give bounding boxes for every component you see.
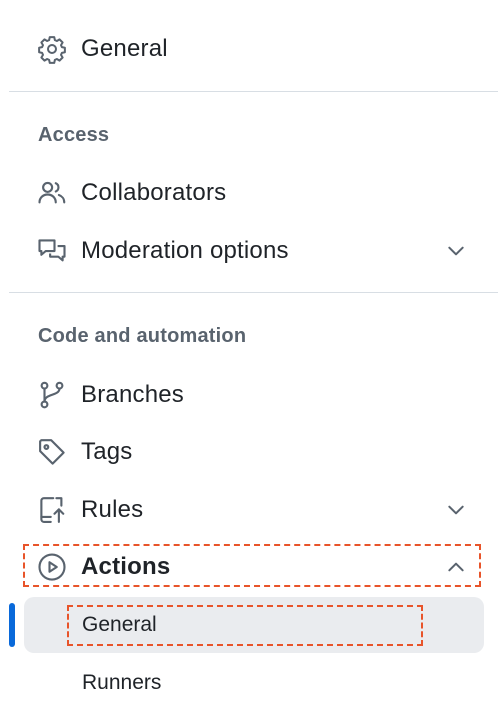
sidebar-item-branches[interactable]: Branches [24,371,484,419]
comment-discussion-icon [36,235,68,267]
section-heading-access: Access [38,124,110,146]
chevron-up-icon[interactable] [444,555,468,579]
gear-icon [36,33,68,65]
sidebar-item-label: Collaborators [81,179,227,206]
play-icon [36,551,68,583]
sidebar-item-label: Moderation options [81,237,289,264]
section-divider [9,91,498,92]
sidebar-subitem-actions-runners[interactable]: Runners [24,655,484,711]
sidebar-item-general[interactable]: General [24,25,484,73]
tag-icon [36,436,68,468]
sidebar-subitem-label: General [82,613,157,636]
sidebar-item-moderation-options[interactable]: Moderation options [24,227,484,275]
repo-push-icon [36,494,68,526]
chevron-down-icon[interactable] [444,239,468,263]
sidebar-item-label: Tags [81,438,133,465]
people-icon [36,177,68,209]
sidebar-item-collaborators[interactable]: Collaborators [24,169,484,217]
sidebar-item-label: Actions [81,553,171,580]
section-divider [9,292,498,293]
git-branch-icon [36,379,68,411]
section-heading-code-and-automation: Code and automation [38,325,247,347]
chevron-down-icon[interactable] [444,498,468,522]
sidebar-item-label: Branches [81,381,184,408]
sidebar-subitem-actions-general[interactable]: General [24,597,484,653]
sidebar-item-tags[interactable]: Tags [24,428,484,476]
sidebar-subitem-label: Runners [82,671,162,694]
sidebar-item-label: Rules [81,496,144,523]
sidebar-item-actions[interactable]: Actions [24,543,484,591]
sidebar-item-label: General [81,35,168,62]
active-indicator [9,603,15,647]
sidebar-item-rules[interactable]: Rules [24,486,484,534]
